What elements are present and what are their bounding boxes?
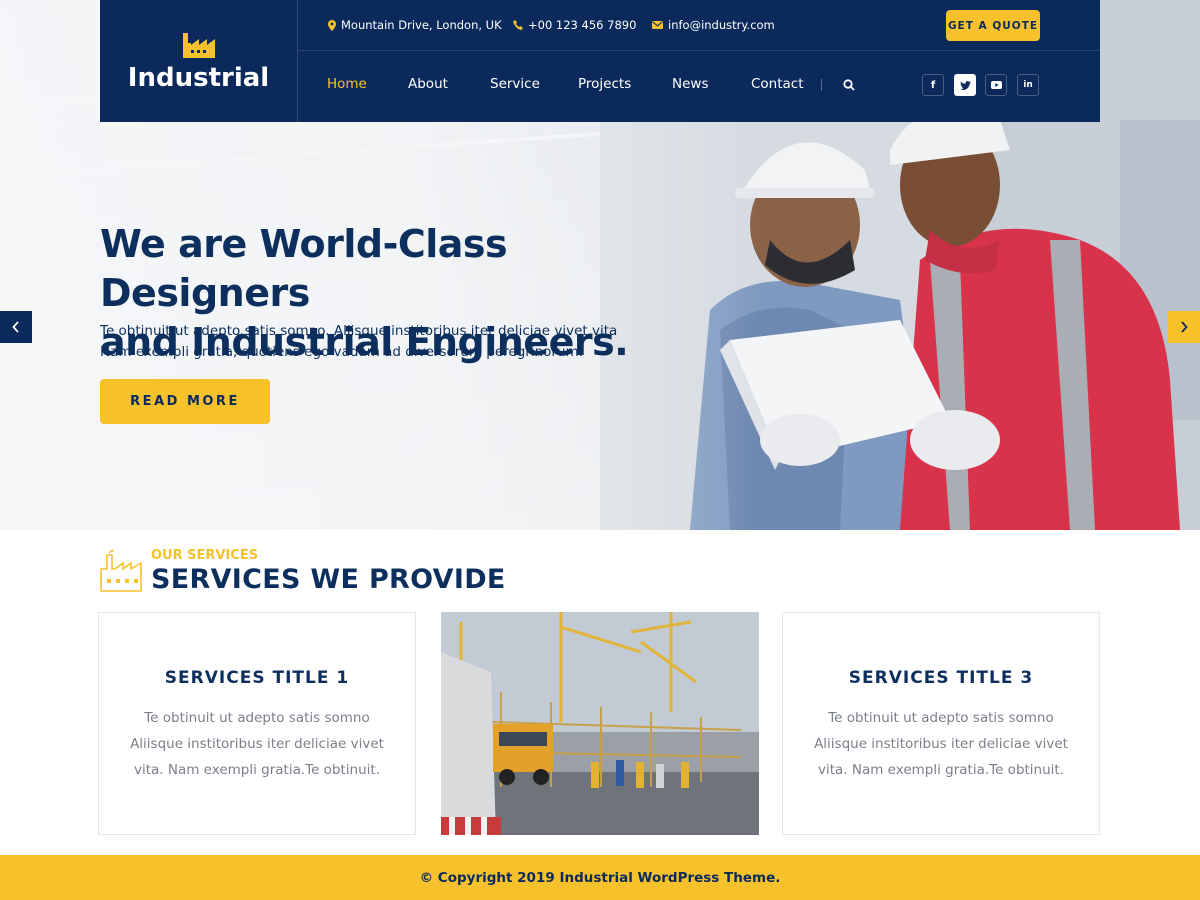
map-marker-icon	[328, 19, 336, 31]
service-card-image[interactable]	[441, 612, 759, 835]
brand-name: Industrial	[127, 63, 270, 93]
nav-item-about[interactable]: About	[408, 76, 448, 92]
hero-text-line: Te obtinuit ut adepto satis somno. Aliis…	[100, 323, 618, 339]
service-card-text: Te obtinuit ut adepto satis somno Aliisq…	[130, 710, 384, 778]
phone-icon	[513, 20, 523, 30]
address-info: Mountain Drive, London, UK	[328, 18, 502, 32]
construction-site-image	[441, 612, 759, 835]
service-card[interactable]: SERVICES TITLE 3 Te obtinuit ut adepto s…	[782, 612, 1100, 835]
facebook-icon[interactable]: f	[922, 74, 944, 96]
hero-text-line: Nam exempli gratia, quotiens ego vadam a…	[100, 344, 583, 360]
service-card-title: SERVICES TITLE 3	[848, 668, 1034, 688]
nav-item-home[interactable]: Home	[327, 76, 367, 92]
search-icon[interactable]	[843, 79, 855, 91]
service-card-title: SERVICES TITLE 1	[164, 668, 350, 688]
linkedin-icon[interactable]: in	[1017, 74, 1039, 96]
section-subheading: OUR SERVICES	[151, 548, 259, 563]
hero-description: Te obtinuit ut adepto satis somno. Aliis…	[100, 321, 660, 363]
read-more-button[interactable]: READ MORE	[100, 379, 270, 424]
service-card-text: Te obtinuit ut adepto satis somno Aliisq…	[814, 710, 1068, 778]
nav-item-contact[interactable]: Contact	[751, 76, 804, 92]
hero-title-line: We are World-Class Designers	[100, 222, 508, 315]
slider-prev-button[interactable]	[0, 311, 32, 343]
factory-icon	[182, 33, 215, 58]
envelope-icon	[652, 21, 663, 29]
copyright-text: © Copyright 2019 Industrial WordPress Th…	[419, 869, 781, 886]
nav-item-news[interactable]: News	[672, 76, 708, 92]
twitter-icon[interactable]	[954, 74, 976, 96]
site-header: Industrial Mountain Drive, London, UK +0…	[100, 0, 1100, 122]
section-heading: SERVICES WE PROVIDE	[151, 564, 506, 595]
factory-outline-icon	[100, 550, 142, 592]
nav-divider	[821, 79, 822, 91]
chevron-right-icon	[1181, 321, 1188, 333]
chevron-left-icon	[12, 321, 19, 333]
address-text: Mountain Drive, London, UK	[341, 18, 502, 32]
get-a-quote-button[interactable]: GET A QUOTE	[946, 10, 1040, 41]
phone-text: +00 123 456 7890	[528, 18, 637, 32]
slider-next-button[interactable]	[1168, 311, 1200, 343]
site-footer: © Copyright 2019 Industrial WordPress Th…	[0, 855, 1200, 900]
header-topbar: Mountain Drive, London, UK +00 123 456 7…	[298, 0, 1100, 51]
phone-info[interactable]: +00 123 456 7890	[513, 18, 636, 32]
logo[interactable]: Industrial	[100, 0, 298, 122]
service-card[interactable]: SERVICES TITLE 1 Te obtinuit ut adepto s…	[98, 612, 416, 835]
youtube-icon[interactable]	[985, 74, 1007, 96]
main-nav: Home About Service Projects News Contact…	[298, 52, 1100, 122]
email-text: info@industry.com	[668, 18, 775, 32]
nav-item-service[interactable]: Service	[490, 76, 540, 92]
email-info[interactable]: info@industry.com	[652, 18, 775, 32]
nav-item-projects[interactable]: Projects	[578, 76, 631, 92]
